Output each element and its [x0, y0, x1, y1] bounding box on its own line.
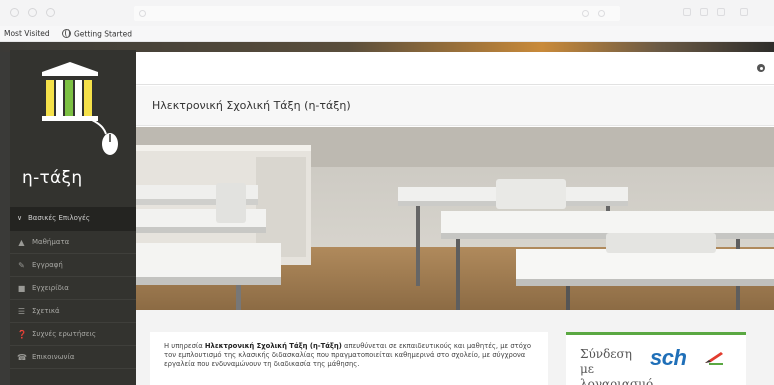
- top-bar: [136, 52, 774, 85]
- downloads-icon[interactable]: [717, 8, 725, 16]
- intro-card: Η υπηρεσία Ηλεκτρονική Σχολική Τάξη (η-Τ…: [150, 332, 548, 385]
- question-icon: ❓: [17, 330, 27, 339]
- sidebar-item-contact[interactable]: ☎ Επικοινωνία: [10, 346, 136, 369]
- page-title: Ηλεκτρονική Σχολική Τάξη (η-τάξη): [152, 99, 351, 112]
- title-bar: Ηλεκτρονική Σχολική Τάξη (η-τάξη): [136, 86, 774, 126]
- sidebar-item-label: Εγγραφή: [32, 261, 63, 269]
- menu-header-label: Βασικές Επιλογές: [28, 214, 90, 222]
- classroom-hero-image: [136, 127, 774, 310]
- sidebar-item-faq[interactable]: ❓ Συχνές ερωτήσεις: [10, 323, 136, 346]
- menu-icon[interactable]: [740, 8, 748, 16]
- bookmark-label: Most Visited: [4, 29, 50, 38]
- bookmarks-bar: Most Visited Getting Started: [0, 26, 774, 42]
- back-icon[interactable]: [10, 8, 19, 17]
- url-bar[interactable]: [134, 6, 620, 21]
- bookmark-star-icon[interactable]: [598, 10, 605, 17]
- sidebar-item-label: Μαθήματα: [32, 238, 70, 246]
- graduation-cap-icon: ▲: [18, 238, 25, 247]
- sch-logo: sch: [650, 345, 687, 370]
- eclass-logo-icon: [42, 62, 118, 155]
- bookmark-label: Getting Started: [74, 29, 132, 39]
- library-icon[interactable]: [683, 8, 691, 16]
- background-edge: [0, 52, 10, 385]
- sidebar-item-manuals[interactable]: ■ Εγχειρίδια: [10, 277, 136, 300]
- browser-toolbar: [0, 0, 774, 26]
- sso-login-card[interactable]: Σύνδεση με λογαριασμό sch: [566, 332, 746, 385]
- menu-header[interactable]: ∨ Βασικές Επιλογές: [10, 207, 136, 231]
- sidebar-item-about[interactable]: ☰ Σχετικά: [10, 300, 136, 323]
- sidebar-item-label: Σχετικά: [32, 307, 60, 315]
- reload-icon[interactable]: [46, 8, 55, 17]
- reader-icon[interactable]: [582, 10, 589, 17]
- bookmark-most-visited[interactable]: Most Visited: [4, 29, 50, 38]
- list-icon: ☰: [17, 307, 26, 316]
- sidebar: η-τάξη ∨ Βασικές Επιλογές ▲ Μαθήματα ✎ Ε…: [10, 50, 136, 385]
- chevron-down-icon: ∨: [17, 214, 23, 222]
- intro-section: Η υπηρεσία Ηλεκτρονική Σχολική Τάξη (η-Τ…: [136, 310, 774, 385]
- intro-service-name: Ηλεκτρονική Σχολική Τάξη (η-Τάξη): [204, 342, 342, 350]
- phone-icon: ☎: [17, 353, 27, 362]
- logo-text: η-τάξη: [22, 168, 83, 188]
- sso-login-text: Σύνδεση με λογαριασμό: [580, 347, 654, 385]
- sidebar-item-label: Επικοινωνία: [32, 353, 75, 361]
- edit-icon: ✎: [18, 261, 25, 270]
- sidebar-item-label: Συχνές ερωτήσεις: [32, 330, 96, 338]
- bookmark-getting-started[interactable]: Getting Started: [62, 29, 132, 39]
- gear-icon[interactable]: [757, 64, 765, 72]
- sidebar-item-label: Εγχειρίδια: [32, 284, 69, 292]
- pen-icon: [705, 352, 723, 365]
- book-icon: ■: [17, 284, 26, 293]
- sidebar-toggle-icon[interactable]: [700, 8, 708, 16]
- forward-icon[interactable]: [28, 8, 37, 17]
- sidebar-item-register[interactable]: ✎ Εγγραφή: [10, 254, 136, 277]
- main-content: Ηλεκτρονική Σχολική Τάξη (η-τάξη) Η υπηρ…: [136, 52, 774, 385]
- sidebar-item-courses[interactable]: ▲ Μαθήματα: [10, 231, 136, 254]
- intro-text: Η υπηρεσία Ηλεκτρονική Σχολική Τάξη (η-Τ…: [164, 342, 532, 368]
- globe-icon: [62, 29, 71, 38]
- site-info-icon[interactable]: [139, 10, 146, 17]
